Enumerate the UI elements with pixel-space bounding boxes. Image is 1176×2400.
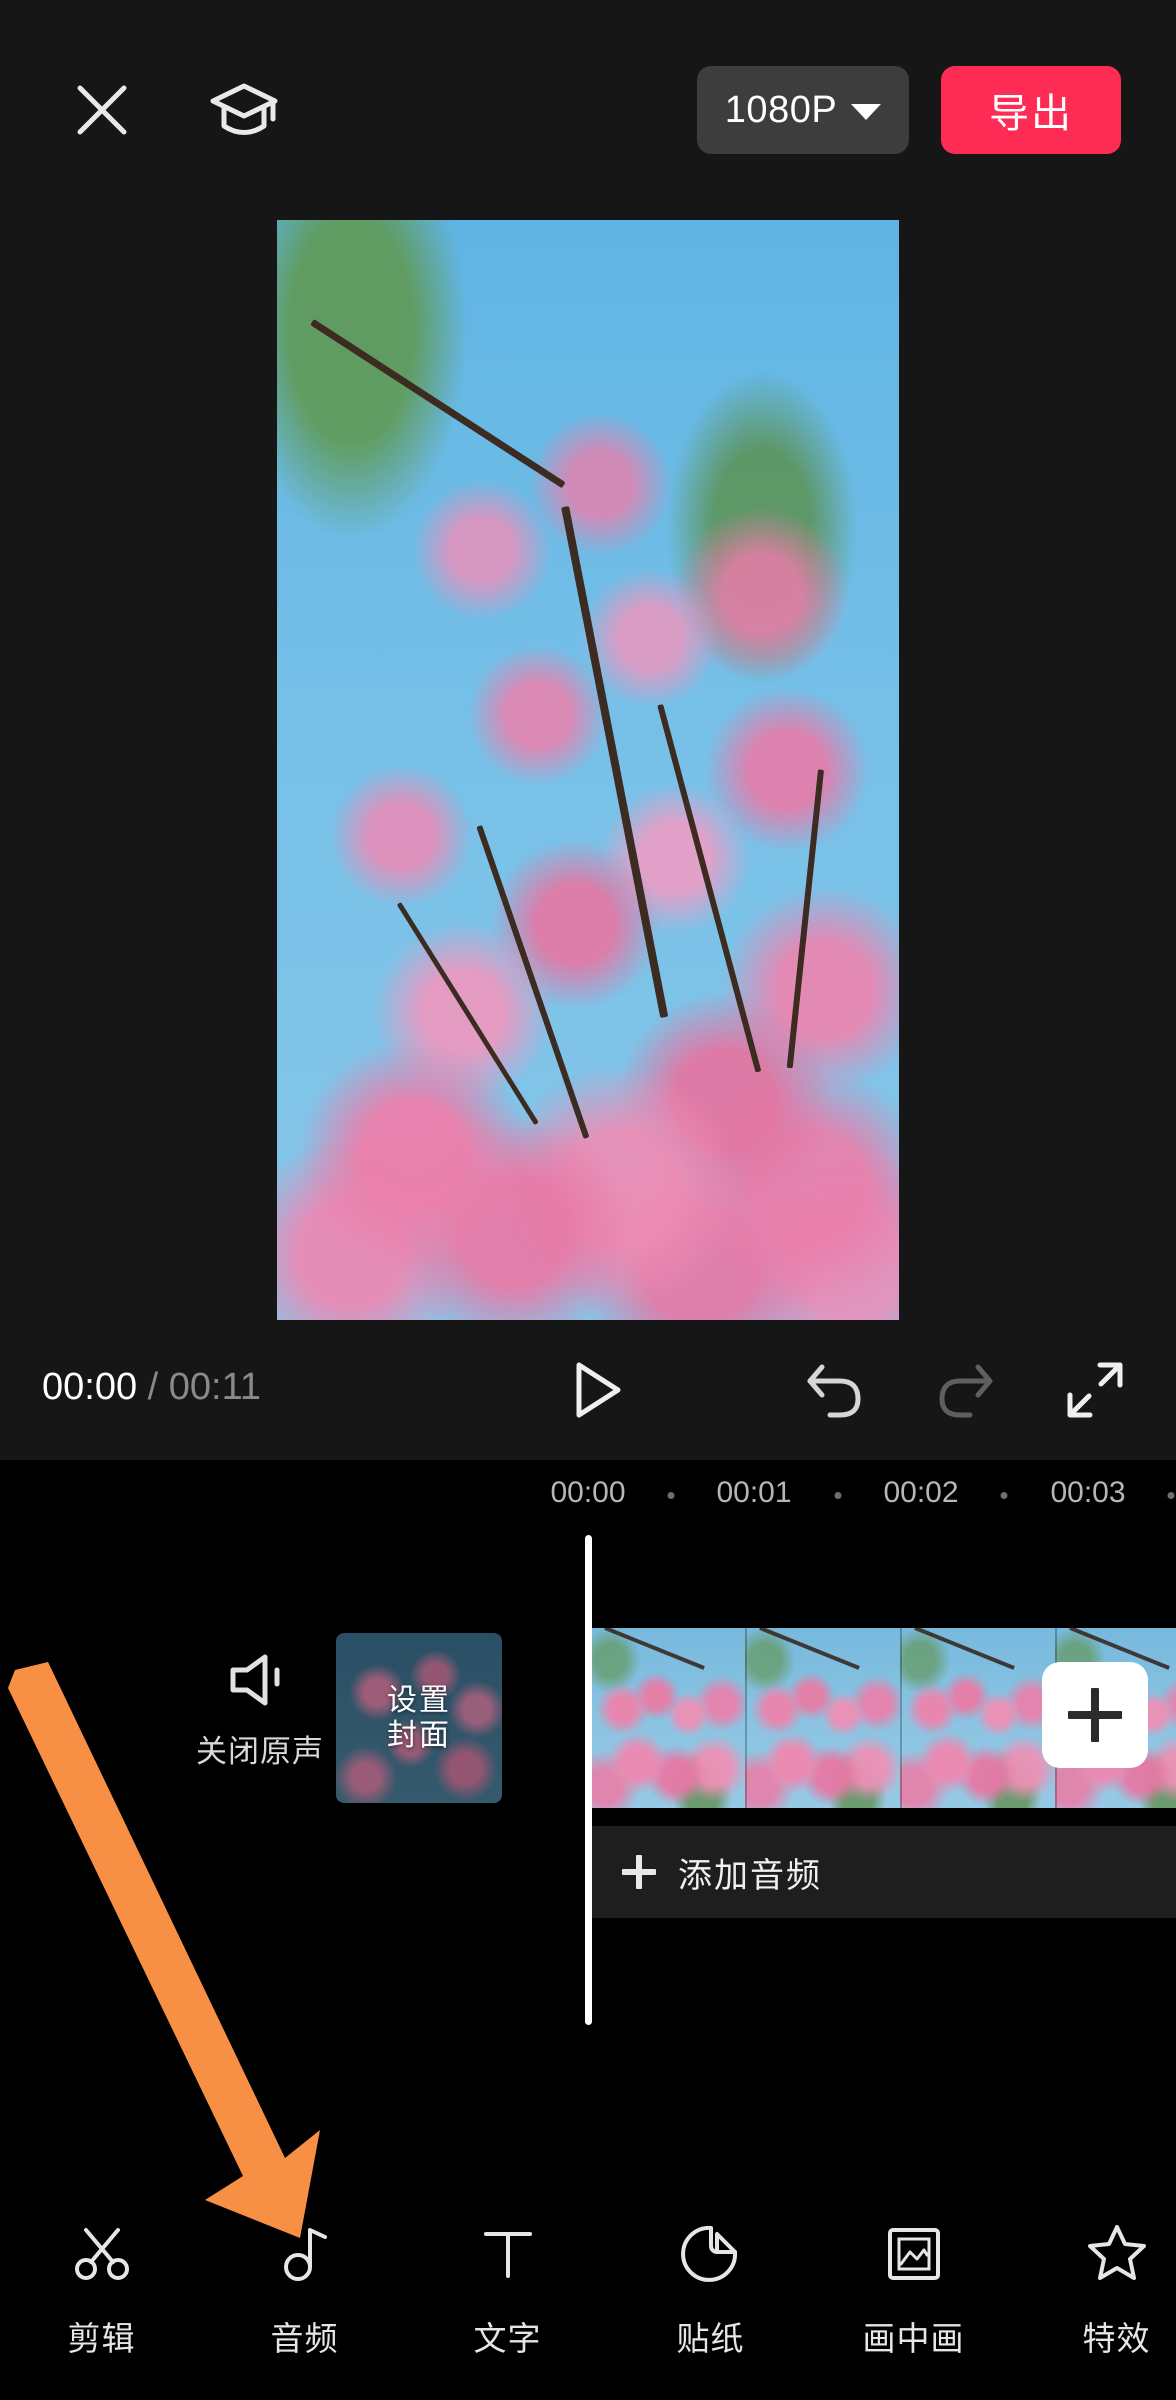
toolbar-item-3[interactable]: 文字 xyxy=(406,2222,609,2360)
ruler-tick-dot xyxy=(1000,1492,1008,1499)
ruler-label: 00:01 xyxy=(716,1476,792,1509)
branch-decor xyxy=(561,506,669,1018)
scissors-icon xyxy=(70,2222,134,2286)
total-time: 00:11 xyxy=(168,1366,262,1408)
video-thumbnail-frame[interactable] xyxy=(902,1628,1057,1808)
star-effects-icon xyxy=(1085,2222,1149,2286)
fullscreen-button[interactable] xyxy=(1060,1355,1130,1425)
play-icon xyxy=(576,1362,621,1418)
current-time: 00:00 xyxy=(42,1366,138,1408)
redo-button[interactable] xyxy=(930,1355,1000,1425)
ruler-tick-dot xyxy=(834,1492,842,1499)
timeline-ruler[interactable]: 00:00 00:01 00:02 00:03 xyxy=(0,1470,1176,1530)
plus-icon xyxy=(1068,1688,1122,1742)
branch-decor xyxy=(656,704,761,1073)
toolbar-item-2[interactable]: 音频 xyxy=(203,2222,406,2360)
ruler-label: 00:03 xyxy=(1050,1476,1126,1509)
toolbar-item-1[interactable]: 剪辑 xyxy=(0,2222,203,2360)
close-button[interactable] xyxy=(65,73,139,147)
bottom-toolbar[interactable]: 剪辑 音频 文字 贴纸 画中画 特效 xyxy=(0,2180,1176,2400)
cover-label-line1: 设置 xyxy=(387,1683,451,1717)
toolbar-item-5[interactable]: 画中画 xyxy=(812,2222,1015,2360)
toolbar-item-label: 特效 xyxy=(1082,2320,1151,2357)
editor-top-section: 1080P 导出 00:00 / 00:11 xyxy=(0,0,1176,1460)
branch-decor xyxy=(310,319,566,489)
cover-label-line2: 封面 xyxy=(387,1719,451,1752)
playhead[interactable] xyxy=(585,1535,592,2025)
capcut-editor-screen: 1080P 导出 00:00 / 00:11 00:00 00:01 00:02… xyxy=(0,0,1176,2400)
undo-button[interactable] xyxy=(800,1355,870,1425)
video-thumbnail-frame[interactable] xyxy=(592,1628,747,1808)
toolbar-item-label: 音频 xyxy=(270,2320,339,2357)
music-note-icon xyxy=(273,2222,337,2286)
time-separator: / xyxy=(147,1366,159,1408)
time-display: 00:00 / 00:11 xyxy=(42,1368,261,1406)
undo-icon xyxy=(807,1364,861,1418)
ruler-label: 00:02 xyxy=(883,1476,959,1509)
text-t-icon xyxy=(476,2222,540,2286)
preview-frame-image xyxy=(277,220,899,1320)
speaker-mute-icon xyxy=(230,1654,280,1706)
redo-icon xyxy=(939,1364,993,1418)
graduation-cap-icon xyxy=(210,83,278,135)
branch-decor xyxy=(476,825,590,1139)
video-preview[interactable] xyxy=(277,220,899,1320)
cover-label: 设置 封面 xyxy=(387,1683,451,1754)
ruler-tick-dot xyxy=(1167,1492,1175,1499)
resolution-label: 1080P xyxy=(724,89,838,131)
ruler-tick-dot xyxy=(667,1492,675,1499)
set-cover-button[interactable]: 设置 封面 xyxy=(336,1633,502,1803)
fullscreen-icon xyxy=(1067,1362,1123,1418)
chevron-down-icon xyxy=(851,103,882,120)
close-icon xyxy=(77,85,127,135)
add-audio-track[interactable]: 添加音频 xyxy=(592,1826,1176,1918)
play-button[interactable] xyxy=(560,1355,630,1425)
toolbar-item-label: 贴纸 xyxy=(676,2320,745,2357)
resolution-selector[interactable]: 1080P xyxy=(697,66,909,154)
add-clip-button[interactable] xyxy=(1042,1662,1148,1768)
ruler-label: 00:00 xyxy=(550,1476,626,1509)
editor-header: 1080P 导出 xyxy=(0,55,1176,165)
sticker-icon xyxy=(679,2222,743,2286)
toolbar-item-label: 文字 xyxy=(473,2320,542,2357)
toolbar-item-4[interactable]: 贴纸 xyxy=(609,2222,812,2360)
toolbar-item-label: 画中画 xyxy=(862,2320,965,2357)
export-label: 导出 xyxy=(989,92,1073,136)
plus-icon xyxy=(622,1855,656,1889)
toolbar-item-label: 剪辑 xyxy=(67,2320,136,2357)
tutorial-button[interactable] xyxy=(207,73,281,147)
video-thumbnail-frame[interactable] xyxy=(747,1628,902,1808)
toolbar-item-6[interactable]: 特效 xyxy=(1015,2222,1176,2360)
export-button[interactable]: 导出 xyxy=(941,66,1121,154)
branch-decor xyxy=(787,769,825,1069)
mute-label: 关闭原声 xyxy=(196,1734,324,1769)
picture-in-picture-icon xyxy=(882,2222,946,2286)
add-audio-label: 添加音频 xyxy=(678,1856,822,1895)
